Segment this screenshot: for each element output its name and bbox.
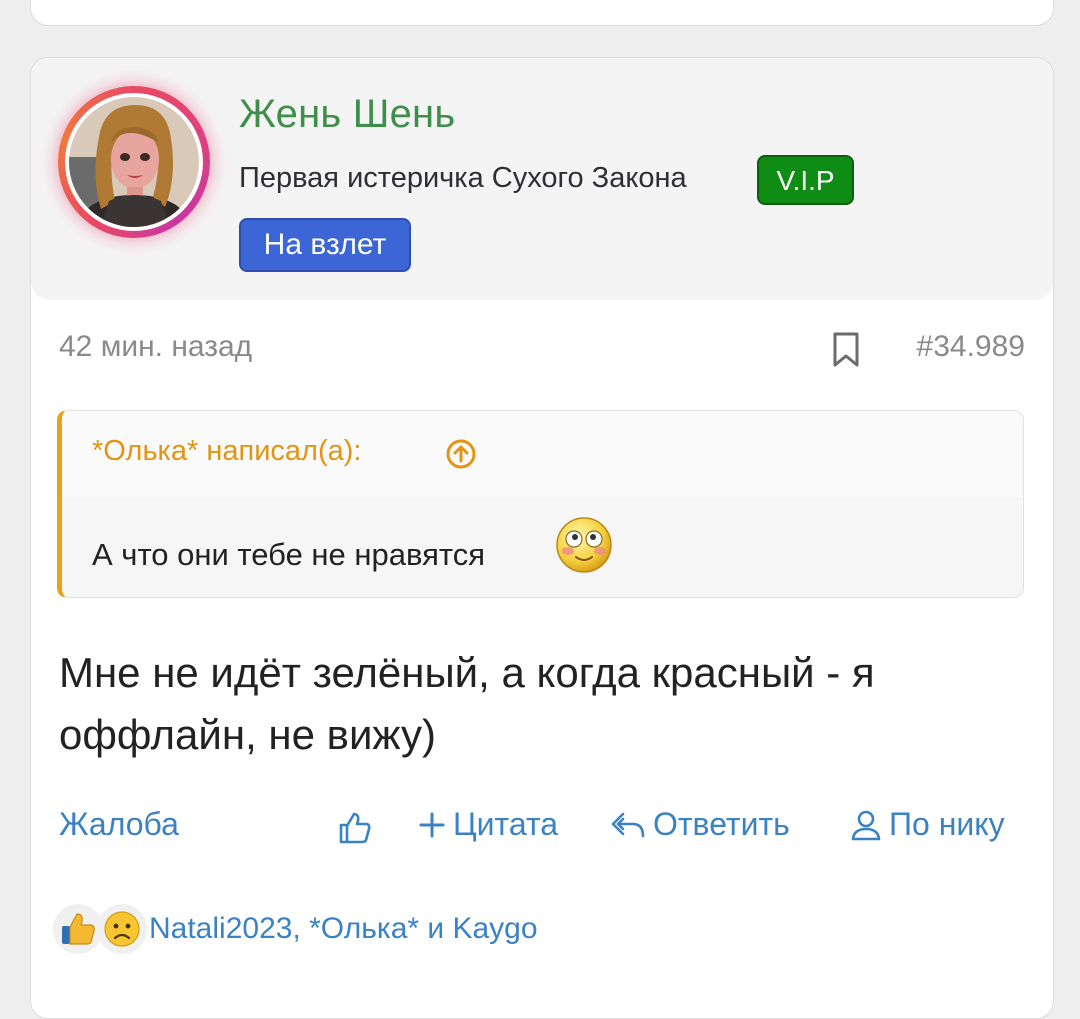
- rank-badge: На взлет: [239, 218, 411, 272]
- reply-icon: [611, 812, 645, 837]
- author-title: Первая истеричка Сухого Закона: [239, 162, 687, 194]
- reply-label: Ответить: [653, 806, 790, 842]
- bookmark-icon[interactable]: [831, 332, 861, 368]
- report-label: Жалоба: [59, 806, 179, 842]
- quote-text: А что они тебе не нравятся: [92, 537, 486, 572]
- avatar-woman-illustration-icon: [69, 97, 199, 227]
- reaction-names[interactable]: Natali2023, *Олька* и Kaygo: [149, 912, 538, 946]
- reply-button[interactable]: Ответить: [609, 806, 790, 843]
- post-time[interactable]: 42 мин. назад: [59, 330, 252, 364]
- plus-icon: [419, 812, 445, 837]
- thumbs-up-reaction-icon: [53, 904, 103, 954]
- user-icon: [851, 810, 881, 840]
- post-actions: Жалоба Цитата Ответить По нику: [31, 806, 1053, 856]
- thumbs-up-icon: [339, 812, 371, 844]
- arrow-up-circle-icon[interactable]: [445, 438, 477, 470]
- post-card: Жень Шень Первая истеричка Сухого Закона…: [30, 57, 1054, 1019]
- reactions-bar[interactable]: Natali2023, *Олька* и Kaygo: [53, 904, 653, 958]
- quote-button[interactable]: Цитата: [417, 806, 558, 843]
- quote-block: *Олька* написал(а): А что они тебе не нр…: [57, 410, 1024, 598]
- quote-author[interactable]: *Олька* написал(а):: [92, 435, 361, 468]
- quote-header: *Олька* написал(а):: [62, 411, 1023, 497]
- avatar-ring[interactable]: [58, 86, 210, 238]
- by-nick-button[interactable]: По нику: [849, 806, 1005, 843]
- by-nick-label: По нику: [889, 806, 1005, 842]
- quote-label: Цитата: [453, 806, 559, 842]
- previous-post-card: [30, 0, 1054, 26]
- sad-face-reaction-icon: [97, 904, 147, 954]
- author-name[interactable]: Жень Шень: [239, 92, 455, 137]
- avatar[interactable]: [69, 97, 199, 227]
- vip-badge: V.I.P: [757, 155, 854, 205]
- author-block: Жень Шень Первая истеричка Сухого Закона…: [31, 58, 1053, 300]
- smiley-blush-icon: [556, 517, 612, 573]
- post-number[interactable]: #34.989: [917, 330, 1025, 364]
- like-button[interactable]: [337, 810, 379, 846]
- post-message: Мне не идёт зелёный, а когда красный - я…: [59, 649, 875, 758]
- report-button[interactable]: Жалоба: [59, 806, 179, 843]
